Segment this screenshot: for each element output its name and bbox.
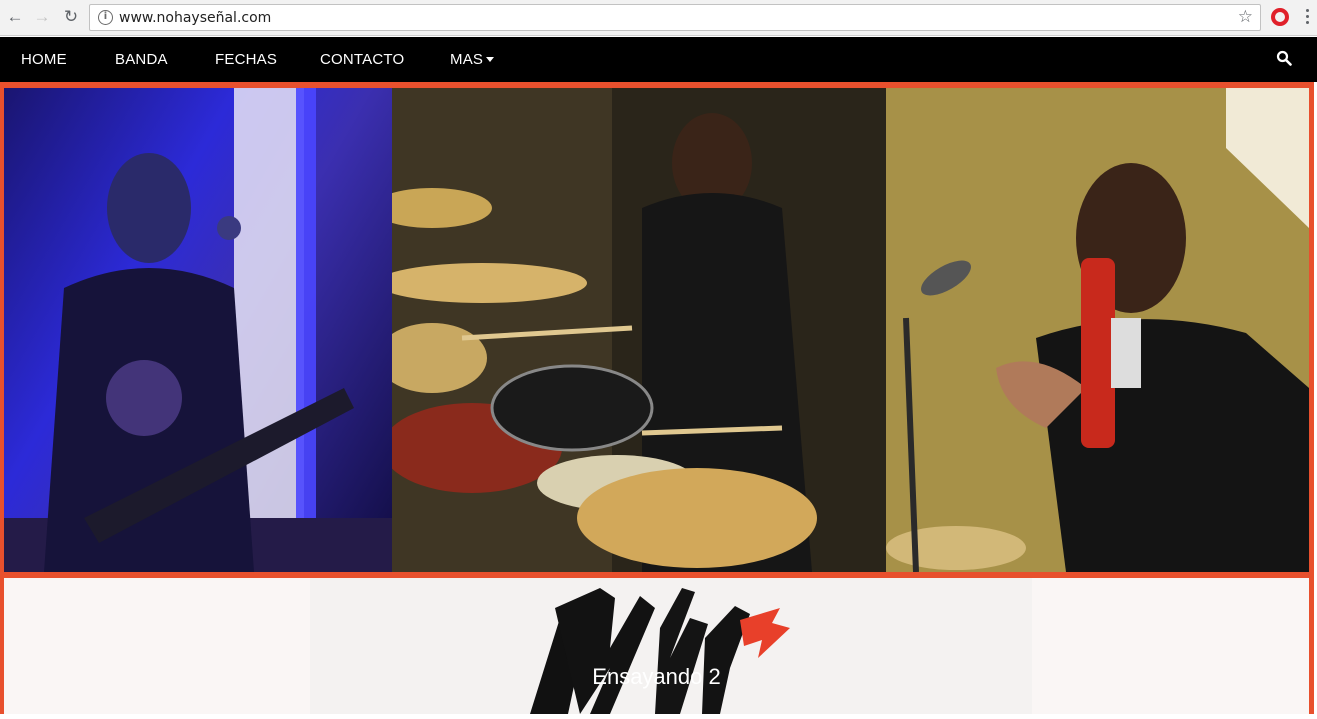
nav-contacto[interactable]: CONTACTO (320, 51, 404, 68)
hero-banner (4, 88, 1309, 572)
menu-icon[interactable] (1305, 9, 1311, 27)
nav-mas-label: MAS (450, 51, 484, 68)
search-icon[interactable] (1276, 50, 1292, 66)
star-icon[interactable]: ☆ (1238, 7, 1253, 27)
bassist-photo (4, 88, 392, 572)
reload-icon[interactable]: ↻ (61, 7, 81, 27)
nh-logo (530, 588, 790, 714)
caret-down-icon (486, 57, 495, 62)
nav-fechas[interactable]: FECHAS (215, 51, 277, 68)
guitarist-photo (886, 88, 1309, 572)
address-bar[interactable]: i www.nohayseñal.com ☆ (89, 4, 1261, 31)
browser-toolbar: ← → ↻ i www.nohayseñal.com ☆ (0, 0, 1317, 36)
lower-section: Ensayando 2 (4, 578, 1309, 714)
info-icon[interactable]: i (98, 10, 113, 25)
site-navbar: HOME BANDA FECHAS CONTACTO MAS (0, 37, 1317, 82)
nav-home[interactable]: HOME (21, 51, 67, 68)
nav-mas[interactable]: MAS (450, 51, 495, 68)
back-icon[interactable]: ← (5, 7, 25, 27)
forward-icon[interactable]: → (32, 7, 52, 27)
opera-icon[interactable] (1271, 8, 1289, 26)
url-text[interactable]: www.nohayseñal.com (119, 10, 271, 26)
drummer-photo (392, 88, 886, 572)
photo-caption: Ensayando 2 (592, 664, 721, 689)
nav-banda[interactable]: BANDA (115, 51, 168, 68)
logo-panel (310, 578, 1032, 714)
